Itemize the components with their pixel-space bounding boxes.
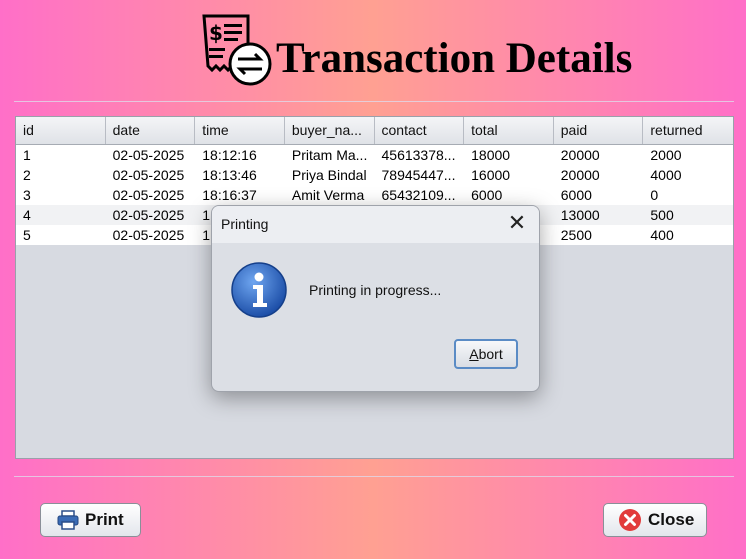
table-cell: Priya Bindal bbox=[291, 167, 367, 183]
close-button-label: Close bbox=[648, 510, 695, 529]
column-header-returned[interactable]: returned bbox=[643, 117, 733, 144]
column-header-date[interactable]: date bbox=[106, 117, 196, 144]
table-cell: 2 bbox=[23, 167, 31, 183]
table-row[interactable]: 1 02-05-2025 18:12:16 Pritam Ma... 45613… bbox=[16, 145, 733, 165]
printer-icon bbox=[57, 510, 79, 530]
table-cell: 20000 bbox=[560, 147, 600, 163]
print-button-label: Print bbox=[85, 510, 124, 529]
table-cell: 500 bbox=[650, 207, 674, 223]
column-header-buyer-name[interactable]: buyer_na... bbox=[285, 117, 375, 144]
dialog-message: Printing in progress... bbox=[309, 282, 442, 298]
table-cell: 78945447... bbox=[381, 167, 456, 183]
table-cell: 3 bbox=[23, 187, 31, 203]
table-cell: 400 bbox=[650, 227, 674, 243]
table-cell: 6000 bbox=[471, 187, 503, 203]
table-row[interactable]: 3 02-05-2025 18:16:37 Amit Verma 6543210… bbox=[16, 185, 733, 205]
column-header-id[interactable]: id bbox=[16, 117, 106, 144]
table-cell: 02-05-2025 bbox=[112, 147, 185, 163]
table-cell: 02-05-2025 bbox=[112, 167, 185, 183]
divider bbox=[14, 101, 734, 102]
close-button[interactable]: Close bbox=[603, 503, 707, 537]
table-cell: 65432109... bbox=[381, 187, 456, 203]
table-cell: 6000 bbox=[560, 187, 592, 203]
column-header-contact[interactable]: contact bbox=[375, 117, 465, 144]
table-row[interactable]: 2 02-05-2025 18:13:46 Priya Bindal 78945… bbox=[16, 165, 733, 185]
dialog-titlebar[interactable]: Printing ✕ bbox=[212, 206, 539, 243]
column-header-paid[interactable]: paid bbox=[554, 117, 644, 144]
table-cell: Amit Verma bbox=[291, 187, 365, 203]
table-cell: 18:16:37 bbox=[202, 187, 257, 203]
table-cell: 4000 bbox=[650, 167, 682, 183]
abort-label: bort bbox=[478, 346, 503, 362]
table-cell: 02-05-2025 bbox=[112, 227, 185, 243]
column-header-time[interactable]: time bbox=[195, 117, 285, 144]
table-cell: Pritam Ma... bbox=[291, 147, 368, 163]
table-cell: 1 bbox=[23, 147, 31, 163]
divider bbox=[14, 476, 734, 477]
table-cell: 02-05-2025 bbox=[112, 207, 185, 223]
table-header: id date time buyer_na... contact total p… bbox=[16, 117, 733, 145]
table-cell: 5 bbox=[23, 227, 31, 243]
close-circle-icon bbox=[619, 509, 641, 531]
table-cell: 18000 bbox=[471, 147, 511, 163]
abort-button[interactable]: Abort bbox=[454, 339, 518, 369]
header: $ Transaction Details bbox=[0, 8, 746, 88]
table-cell: 4 bbox=[23, 207, 31, 223]
abort-mnemonic: A bbox=[469, 346, 479, 362]
table-cell: 20000 bbox=[560, 167, 600, 183]
receipt-transfer-icon: $ bbox=[202, 14, 272, 86]
table-cell: 16000 bbox=[471, 167, 511, 183]
svg-text:$: $ bbox=[209, 21, 223, 45]
table-cell: 0 bbox=[650, 187, 659, 203]
print-button[interactable]: Print bbox=[40, 503, 141, 537]
column-header-total[interactable]: total bbox=[464, 117, 554, 144]
close-icon[interactable]: ✕ bbox=[505, 212, 529, 236]
dialog-title: Printing bbox=[221, 216, 269, 232]
page-title: Transaction Details bbox=[276, 35, 633, 82]
table-cell: 45613378... bbox=[381, 147, 456, 163]
table-cell: 13000 bbox=[560, 207, 600, 223]
table-cell: 2000 bbox=[650, 147, 682, 163]
table-cell: 2500 bbox=[560, 227, 592, 243]
info-icon bbox=[231, 262, 287, 318]
table-cell: 02-05-2025 bbox=[112, 187, 185, 203]
table-cell: 18:13:46 bbox=[202, 167, 257, 183]
printing-dialog: Printing ✕ Printing in progress... Abort bbox=[211, 205, 540, 392]
table-cell: 18:12:16 bbox=[202, 147, 257, 163]
